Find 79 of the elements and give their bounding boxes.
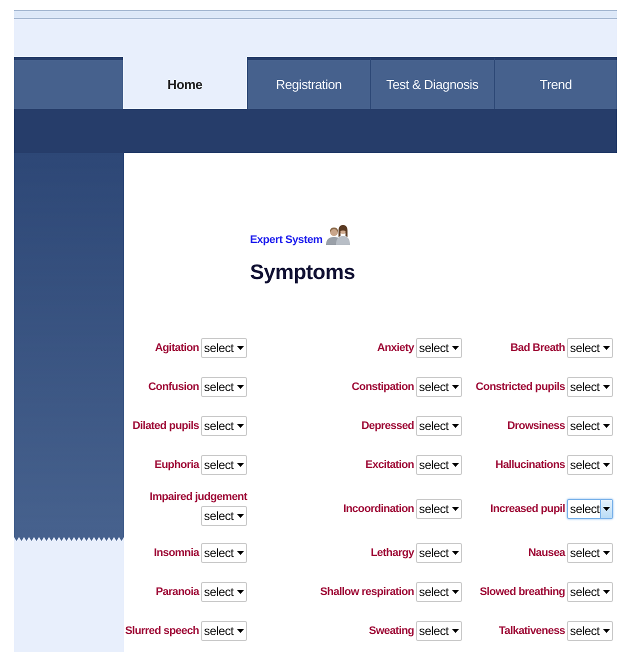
symptom-label: Drowsiness: [507, 420, 565, 432]
symptom-label: Lethargy: [370, 546, 414, 558]
select-dropdown[interactable]: select: [416, 416, 462, 436]
people-icon: [324, 223, 351, 247]
symptom-label: Dilated pupils: [132, 420, 199, 432]
symptom-label: Agitation: [154, 342, 199, 354]
select-dropdown[interactable]: select: [567, 416, 613, 436]
caret-icon: [602, 506, 610, 510]
caret-icon: [452, 424, 458, 428]
symptom-label: Paranoia: [156, 586, 199, 598]
nav-tab[interactable]: Test & Diagnosis: [370, 57, 494, 109]
select-dropdown[interactable]: select: [416, 582, 462, 602]
symptom-label: Bad Breath: [510, 342, 565, 354]
caret-icon: [602, 462, 610, 466]
caret-icon: [602, 346, 610, 350]
symptom-label: Impaired judgement: [150, 491, 247, 503]
caret-icon: [236, 550, 244, 554]
caret-icon: [236, 346, 244, 350]
symptom-label: Constricted pupils: [476, 380, 565, 392]
select-dropdown[interactable]: select: [201, 620, 247, 640]
select-dropdown[interactable]: select: [416, 454, 462, 474]
select-dropdown[interactable]: select: [567, 338, 613, 358]
nav-tab[interactable]: Home: [123, 57, 247, 109]
caret-icon: [602, 424, 610, 428]
symptom-label: Euphoria: [154, 458, 199, 470]
symptom-label: Nausea: [528, 546, 565, 558]
select-dropdown[interactable]: select: [416, 376, 462, 396]
caret-icon: [236, 384, 244, 388]
select-dropdown[interactable]: select: [201, 454, 247, 474]
symptom-label: Hallucinations: [495, 458, 565, 470]
symptom-label: Slowed breathing: [480, 586, 565, 598]
select-dropdown[interactable]: select: [567, 582, 613, 602]
symptom-label: Confusion: [148, 380, 199, 392]
caret-icon: [236, 590, 244, 594]
symptom-label: Sweating: [368, 624, 414, 636]
symptom-label: Constipation: [352, 380, 414, 392]
caret-icon: [602, 628, 610, 632]
select-dropdown[interactable]: select: [567, 542, 613, 562]
caret-icon: [452, 384, 458, 388]
caret-icon: [236, 424, 244, 428]
select-dropdown[interactable]: select: [201, 542, 247, 562]
expert-system-link[interactable]: Expert System: [250, 234, 323, 246]
caret-icon: [452, 628, 458, 632]
select-dropdown[interactable]: select: [201, 376, 247, 396]
select-dropdown[interactable]: select: [416, 498, 462, 518]
select-dropdown[interactable]: select: [201, 582, 247, 602]
caret-icon: [236, 462, 244, 466]
symptom-label: Depressed: [361, 420, 414, 432]
select-dropdown[interactable]: select: [567, 376, 613, 396]
select-dropdown[interactable]: select: [416, 338, 462, 358]
select-dropdown[interactable]: select: [567, 498, 613, 518]
symptom-label: Incoordination: [343, 502, 414, 514]
caret-icon: [236, 628, 244, 632]
page-heading: Symptoms: [250, 261, 356, 285]
caret-icon: [602, 590, 610, 594]
nav-tab[interactable]: Registration: [246, 57, 370, 109]
caret-icon: [452, 506, 458, 510]
symptom-label: Talkativeness: [498, 624, 565, 636]
select-dropdown[interactable]: select: [201, 506, 247, 526]
caret-icon: [602, 384, 610, 388]
select-dropdown[interactable]: select: [416, 620, 462, 640]
symptom-label: Anxiety: [377, 342, 414, 354]
select-dropdown[interactable]: select: [201, 338, 247, 358]
select-dropdown[interactable]: select: [567, 454, 613, 474]
symptom-label: Insomnia: [154, 546, 199, 558]
symptom-label: Excitation: [365, 458, 414, 470]
symptom-label: Shallow respiration: [320, 586, 414, 598]
select-dropdown[interactable]: select: [416, 542, 462, 562]
caret-icon: [452, 346, 458, 350]
select-dropdown[interactable]: select: [567, 620, 613, 640]
symptom-label: Increased pupil: [490, 502, 565, 514]
caret-icon: [452, 590, 458, 594]
symptom-label: Slurred speech: [125, 624, 199, 636]
caret-icon: [452, 462, 458, 466]
caret-icon: [236, 514, 244, 518]
nav-tab[interactable]: Trend: [494, 57, 618, 109]
caret-icon: [452, 550, 458, 554]
caret-icon: [602, 550, 610, 554]
select-dropdown[interactable]: select: [201, 416, 247, 436]
